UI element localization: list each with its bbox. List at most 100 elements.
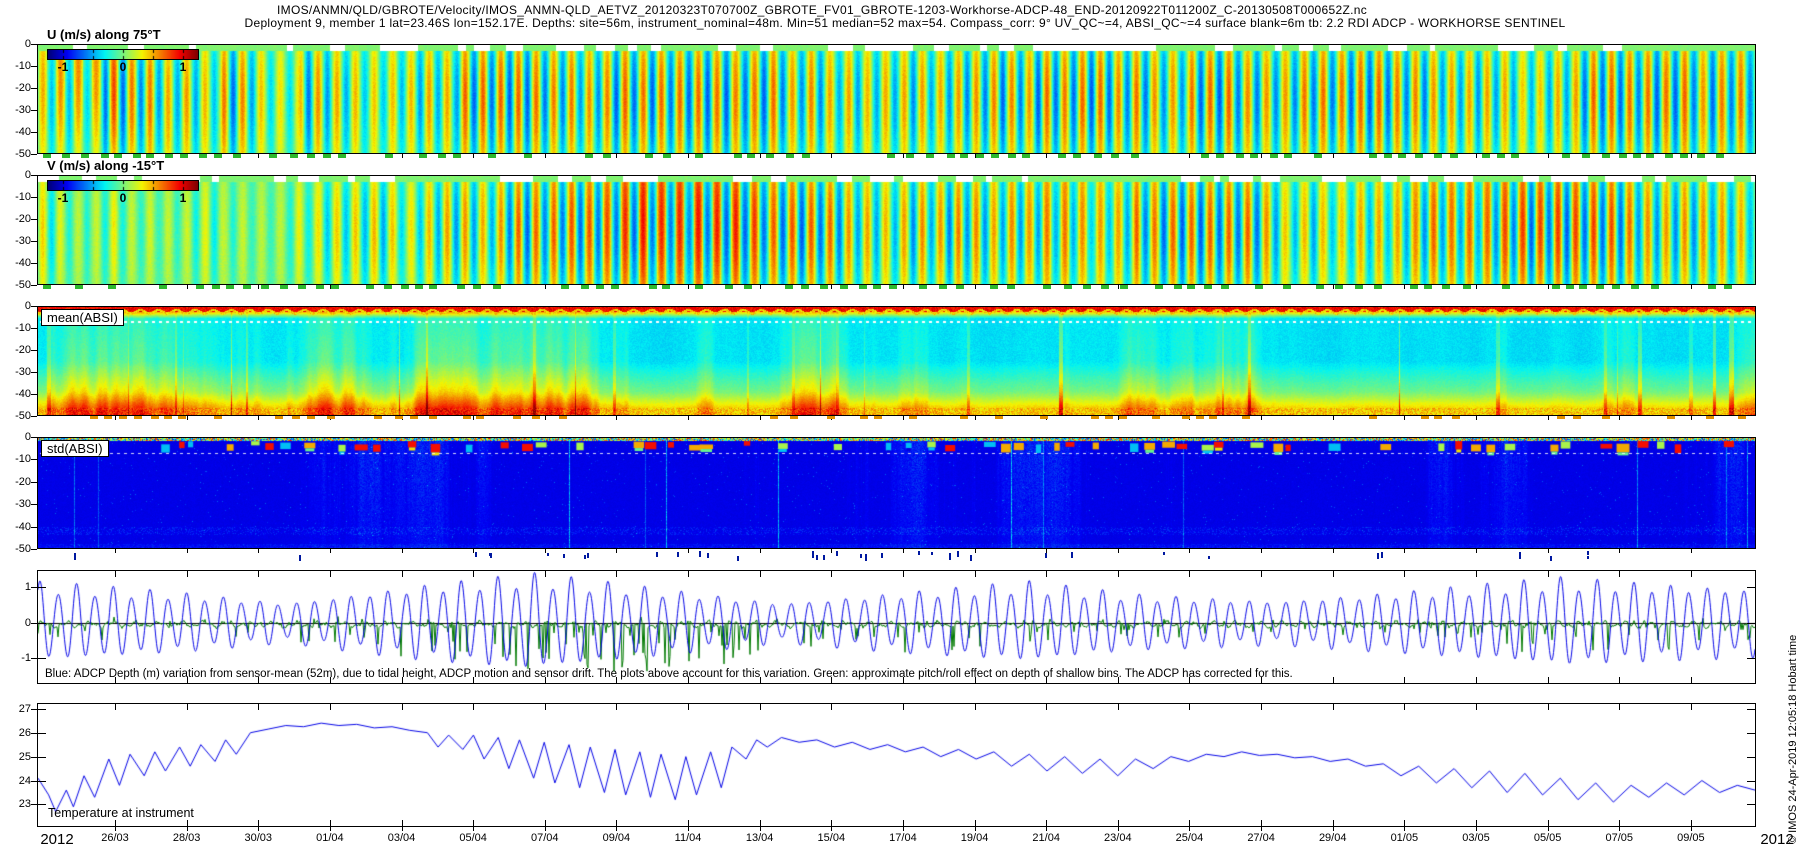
x-tick-mark	[473, 827, 474, 831]
data-nub	[226, 285, 234, 289]
u-velocity-heatmap	[38, 45, 1755, 153]
data-nub	[1463, 285, 1471, 289]
data-nub	[1716, 154, 1724, 158]
data-nub	[275, 416, 283, 419]
x-tick-mark	[975, 827, 976, 831]
v-velocity-panel: -101	[37, 175, 1756, 285]
data-nub	[1724, 285, 1732, 289]
data-nub	[453, 154, 461, 158]
x-tick-mark-inner	[1548, 571, 1549, 577]
x-date-label: 07/04	[523, 832, 567, 844]
x-tick-mark	[1189, 549, 1190, 553]
data-nub	[385, 154, 393, 158]
x-tick-mark-inner	[115, 571, 116, 577]
x-date-label: 13/04	[738, 832, 782, 844]
y-tick-label: -10	[1, 60, 31, 72]
data-nub	[919, 285, 927, 289]
y-tick-mark	[31, 263, 37, 264]
y-tick-mark	[31, 804, 37, 805]
x-tick-mark	[1548, 154, 1549, 158]
flag-mark	[563, 554, 565, 558]
x-tick-mark-inner	[258, 571, 259, 577]
x-tick-mark	[1046, 154, 1047, 158]
data-nub	[734, 154, 742, 158]
data-nub	[725, 285, 733, 289]
x-tick-mark	[258, 549, 259, 553]
y-tick-mark	[31, 709, 37, 710]
data-nub	[384, 285, 392, 289]
y-tick-label: -20	[1, 82, 31, 94]
flag-mark	[584, 555, 586, 559]
data-nub	[473, 285, 481, 289]
data-nub	[429, 285, 437, 289]
x-tick-mark-inner	[1476, 571, 1477, 577]
x-date-label: 23/04	[1096, 832, 1140, 844]
y-tick-label: 0	[1, 300, 31, 312]
flag-mark	[812, 551, 814, 558]
x-tick-mark-inner	[1619, 704, 1620, 710]
flag-mark	[699, 551, 701, 557]
x-tick-mark	[616, 827, 617, 831]
x-date-label: 01/04	[308, 832, 352, 844]
y-tick-label: -40	[1, 521, 31, 533]
y-tick-label: -50	[1, 543, 31, 555]
flag-mark	[1208, 556, 1210, 560]
data-nub	[43, 285, 51, 289]
x-tick-mark-inner	[975, 704, 976, 710]
y-tick-label: 27	[1, 703, 31, 715]
data-nub	[290, 154, 298, 158]
data-nub	[1201, 154, 1209, 158]
flag-mark	[949, 553, 951, 560]
x-tick-mark	[1261, 154, 1262, 158]
x-tick-mark	[115, 416, 116, 420]
flag-mark	[299, 555, 301, 561]
x-date-label: 29/04	[1311, 832, 1355, 844]
x-tick-mark	[903, 154, 904, 158]
std-absi-heatmap	[38, 438, 1755, 548]
data-nub	[1270, 154, 1278, 158]
data-nub	[860, 416, 868, 419]
data-nub	[990, 285, 998, 289]
x-tick-mark-inner	[1619, 677, 1620, 683]
v-velocity-heatmap	[38, 176, 1755, 284]
mean-absi-label: mean(ABSI)	[41, 309, 124, 326]
data-nub	[1552, 285, 1560, 289]
data-nub	[1369, 416, 1377, 419]
data-nub	[1502, 285, 1510, 289]
y-tick-label: 25	[1, 751, 31, 763]
data-nub	[649, 285, 657, 289]
x-date-label: 05/05	[1526, 832, 1570, 844]
x-tick-mark	[473, 416, 474, 420]
colorbar-tick-label: 1	[171, 191, 195, 205]
x-date-label: 26/03	[93, 832, 137, 844]
data-nub	[770, 416, 778, 419]
x-tick-mark	[1619, 827, 1620, 831]
x-date-label: 05/04	[451, 832, 495, 844]
data-nub	[581, 285, 589, 289]
x-tick-mark-inner	[616, 820, 617, 826]
y-tick-mark	[31, 175, 37, 176]
x-tick-mark	[1118, 285, 1119, 289]
data-nub	[1562, 154, 1570, 158]
x-tick-mark-inner	[616, 571, 617, 577]
x-tick-mark	[975, 549, 976, 553]
x-tick-mark-inner	[187, 571, 188, 577]
data-nub	[1497, 154, 1505, 158]
flag-mark	[1381, 552, 1383, 558]
y-tick-mark-inner	[38, 658, 46, 659]
data-nub	[1105, 416, 1113, 419]
y-tick-mark-inner	[38, 709, 46, 710]
data-nub	[212, 285, 220, 289]
x-tick-mark-inner	[760, 704, 761, 710]
x-tick-mark	[545, 285, 546, 289]
data-nub	[1022, 154, 1030, 158]
x-tick-mark	[1619, 416, 1620, 420]
data-nub	[327, 416, 335, 419]
data-nub	[960, 416, 968, 419]
std-absi-label: std(ABSI)	[41, 440, 109, 457]
data-nub	[786, 154, 794, 158]
x-tick-mark	[831, 549, 832, 553]
data-nub	[331, 285, 339, 289]
y-tick-mark-inner	[1747, 658, 1755, 659]
flag-mark	[881, 553, 883, 558]
